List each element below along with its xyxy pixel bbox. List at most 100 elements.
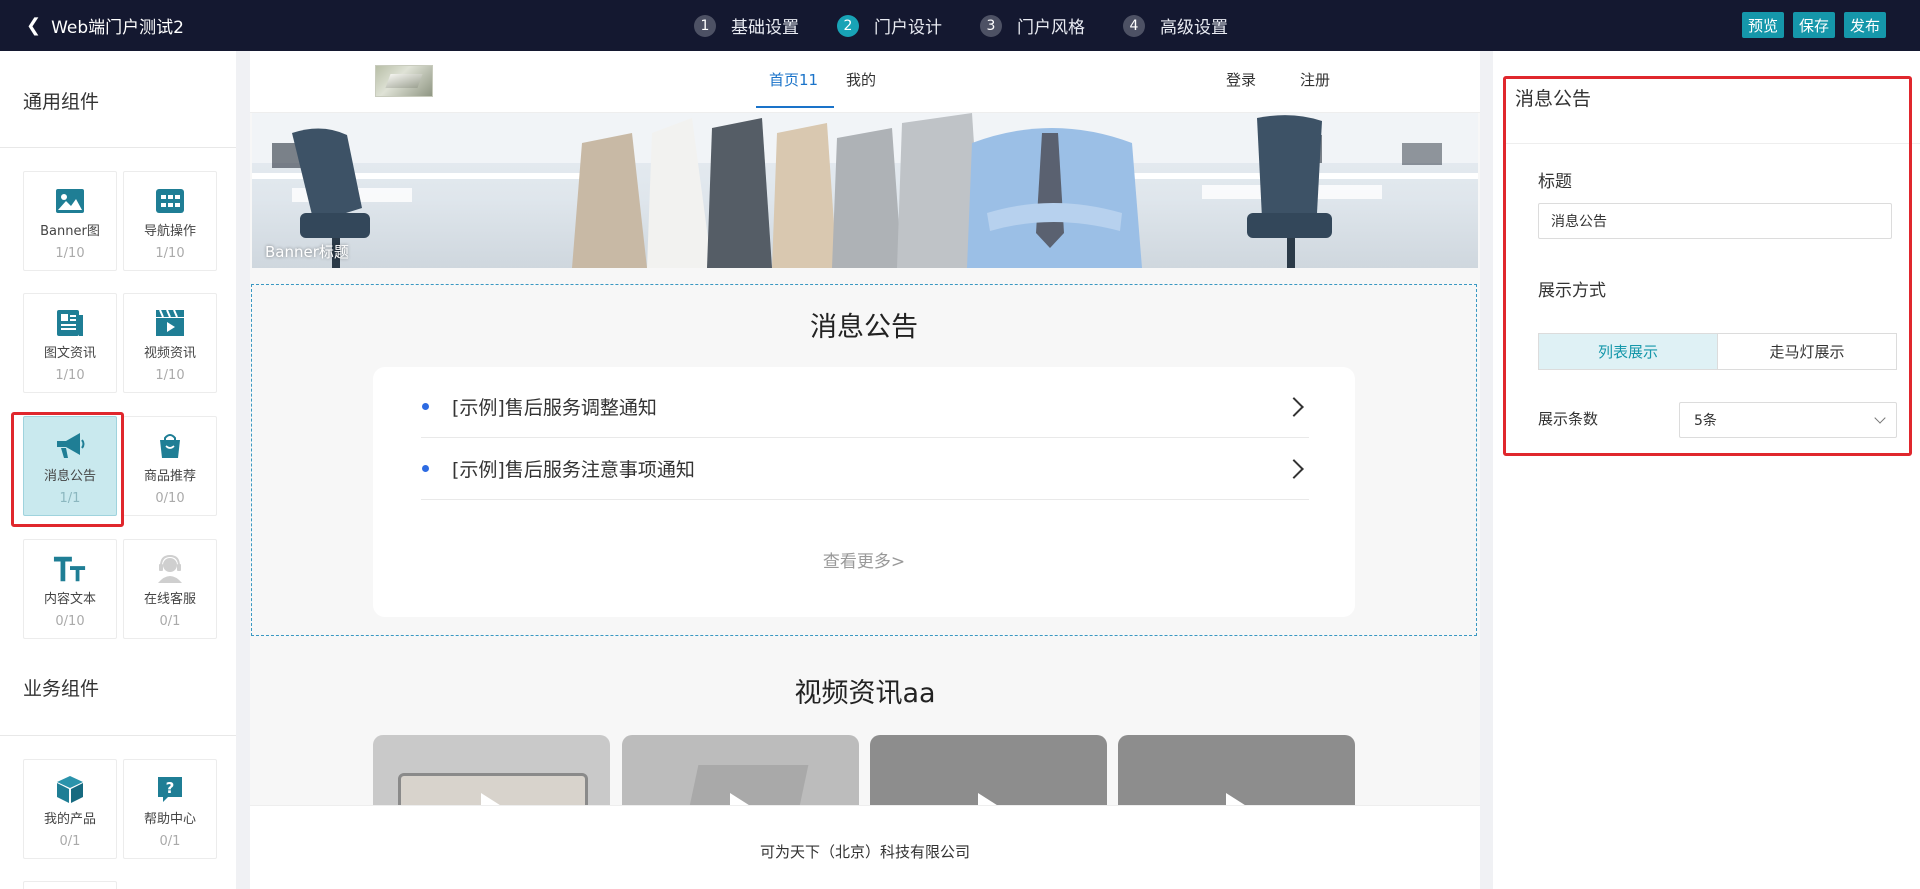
nav-icon: [153, 185, 187, 217]
component-label: 视频资讯: [143, 346, 196, 361]
notice-item[interactable]: [示例]售后服务注意事项通知: [421, 438, 1309, 500]
chevron-left-icon: ❮: [26, 15, 42, 36]
title-label: 标题: [1538, 172, 1572, 192]
nav-tab-home[interactable]: 首页11: [769, 69, 818, 90]
svg-text:?: ?: [166, 779, 175, 797]
register-link[interactable]: 注册: [1300, 69, 1330, 90]
component-product-recommend[interactable]: 商品推荐 0/10: [123, 416, 217, 516]
top-bar: ❮ Web端门户测试2 1 基础设置 2 门户设计 3 门户风格 4 高级设置 …: [0, 0, 1920, 51]
back-button[interactable]: ❮ Web端门户测试2: [26, 0, 184, 51]
component-count: 1/10: [55, 368, 85, 383]
component-count: 0/1: [159, 614, 181, 629]
divider: [0, 735, 236, 736]
component-count: 0/1: [59, 834, 81, 849]
component-article[interactable]: 图文资讯 1/10: [23, 293, 117, 393]
display-mode-toggle: 列表展示 走马灯展示: [1538, 333, 1897, 370]
footer-company: 可为天下（北京）科技有限公司: [759, 843, 970, 861]
component-count: 1/10: [55, 246, 85, 261]
component-label: 导航操作: [143, 224, 196, 239]
step-label: 高级设置: [1160, 18, 1228, 38]
component-count: 0/10: [55, 614, 85, 629]
text-icon: [53, 553, 87, 585]
select-value: 5条: [1694, 413, 1717, 429]
component-label: 内容文本: [43, 592, 96, 607]
step-basic[interactable]: 1 基础设置: [694, 13, 799, 38]
banner-image[interactable]: Banner标题: [252, 113, 1478, 268]
bullet-dot: [422, 465, 429, 472]
notice-title: 消息公告: [810, 312, 918, 343]
component-label: 商品推荐: [143, 469, 196, 484]
step-number: 4: [1123, 14, 1145, 37]
help-icon: ?: [153, 773, 187, 805]
component-label: Banner图: [40, 224, 100, 239]
customer-service-icon: [153, 553, 187, 585]
save-button[interactable]: 保存: [1793, 12, 1835, 38]
component-label: 消息公告: [43, 469, 96, 484]
video-icon: [153, 307, 187, 339]
properties-panel: 消息公告 标题 展示方式 列表展示 走马灯展示 展示条数 5条: [1493, 51, 1920, 889]
notice-item-title: [示例]售后服务注意事项通知: [452, 459, 695, 481]
site-footer: 可为天下（北京）科技有限公司: [250, 805, 1480, 889]
article-icon: [53, 307, 87, 339]
component-count: 1/1: [59, 491, 81, 506]
chevron-right-icon: [1284, 396, 1304, 417]
step-design[interactable]: 2 门户设计: [837, 13, 942, 38]
panel-title: 消息公告: [1515, 88, 1592, 110]
portal-title: Web端门户测试2: [51, 18, 184, 38]
general-components-title: 通用组件: [23, 91, 100, 113]
notice-card: [示例]售后服务调整通知 [示例]售后服务注意事项通知 查看更多>: [373, 367, 1355, 617]
component-count: 1/10: [155, 368, 185, 383]
chevron-down-icon: [1874, 412, 1886, 424]
component-notice[interactable]: 消息公告 1/1: [23, 416, 117, 516]
mode-list-option[interactable]: 列表展示: [1539, 334, 1718, 369]
component-video[interactable]: 视频资讯 1/10: [123, 293, 217, 393]
top-actions: 预览 保存 发布: [1742, 12, 1886, 38]
nav-tab-mine[interactable]: 我的: [846, 69, 876, 90]
step-label: 基础设置: [731, 18, 799, 38]
component-label: 帮助中心: [143, 812, 196, 827]
component-nav[interactable]: 导航操作 1/10: [123, 171, 217, 271]
component-more[interactable]: [23, 881, 117, 889]
see-more-link[interactable]: 查看更多>: [373, 547, 1355, 572]
site-header: 首页11 我的 登录 注册: [250, 51, 1480, 113]
divider: [1504, 143, 1920, 144]
component-my-product[interactable]: 我的产品 0/1: [23, 759, 117, 859]
display-count-label: 展示条数: [1538, 410, 1599, 428]
component-count: 0/1: [159, 834, 181, 849]
notice-item-title: [示例]售后服务调整通知: [452, 397, 657, 419]
component-count: 0/10: [155, 491, 185, 506]
step-number: 2: [837, 14, 859, 37]
step-nav: 1 基础设置 2 门户设计 3 门户风格 4 高级设置: [694, 0, 1266, 51]
component-text[interactable]: 内容文本 0/10: [23, 539, 117, 639]
component-count: 1/10: [155, 246, 185, 261]
step-label: 门户设计: [874, 18, 942, 38]
chevron-right-icon: [1284, 458, 1304, 479]
banner-title: Banner标题: [265, 243, 349, 261]
component-customer-service[interactable]: 在线客服 0/1: [123, 539, 217, 639]
banner-photo: [252, 113, 1478, 268]
step-number: 1: [694, 14, 716, 37]
mode-carousel-option[interactable]: 走马灯展示: [1718, 334, 1896, 369]
megaphone-icon: [53, 430, 87, 462]
active-tab-underline: [756, 106, 834, 108]
step-advanced[interactable]: 4 高级设置: [1123, 13, 1228, 38]
preview-button[interactable]: 预览: [1742, 12, 1784, 38]
notice-item[interactable]: [示例]售后服务调整通知: [421, 376, 1309, 438]
component-help-center[interactable]: ? 帮助中心 0/1: [123, 759, 217, 859]
video-section-title: 视频资讯aa: [794, 678, 936, 709]
design-canvas: 首页11 我的 登录 注册 Banner标题 消息公告 [示例]售后服务调整通知…: [250, 51, 1480, 889]
step-number: 3: [980, 14, 1002, 37]
component-label: 图文资讯: [43, 346, 96, 361]
publish-button[interactable]: 发布: [1844, 12, 1886, 38]
shopping-bag-icon: [153, 430, 187, 462]
login-link[interactable]: 登录: [1226, 69, 1256, 90]
panel-filler: [123, 881, 217, 889]
product-box-icon: [53, 773, 87, 805]
step-style[interactable]: 3 门户风格: [980, 13, 1085, 38]
display-count-select[interactable]: 5条: [1679, 402, 1897, 438]
title-input[interactable]: [1538, 203, 1892, 239]
component-label: 在线客服: [143, 592, 196, 607]
notice-section[interactable]: 消息公告 [示例]售后服务调整通知 [示例]售后服务注意事项通知 查看更多>: [251, 284, 1477, 636]
display-mode-label: 展示方式: [1538, 281, 1606, 301]
component-banner[interactable]: Banner图 1/10: [23, 171, 117, 271]
